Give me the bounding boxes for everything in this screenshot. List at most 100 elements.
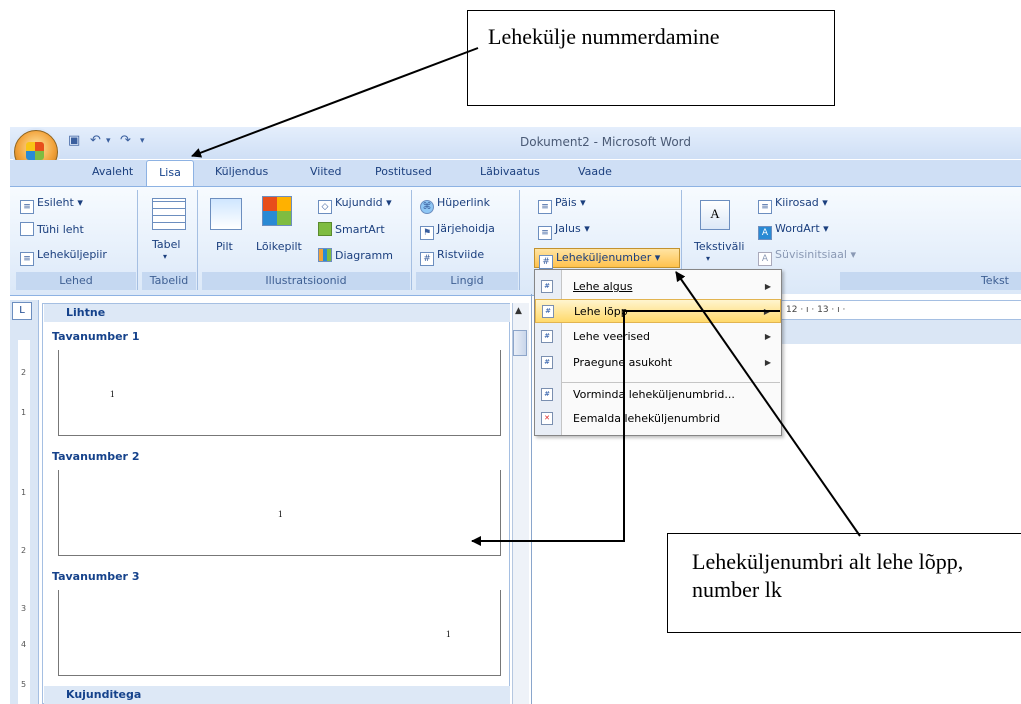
picture-button[interactable]: Pilt (216, 240, 233, 253)
tab-postitused[interactable]: Postitused (375, 165, 432, 178)
callout-bottom-of-page: Leheküljenumbri alt lehe lõpp, number lk (667, 533, 1021, 633)
shapes-button[interactable]: ◇ Kujundid ▾ (318, 196, 392, 214)
top-of-page-icon: # (541, 280, 553, 293)
bookmark-button[interactable]: ⚑ Järjehoidja (420, 222, 495, 240)
ruler-number: 2 (21, 546, 27, 555)
page-number-preview: 1 (446, 629, 451, 639)
chevron-down-icon: ▾ (163, 252, 168, 261)
quick-parts-button[interactable]: ≡ Kiirosad ▾ (758, 196, 828, 214)
page-number-button[interactable]: # Leheküljenumber ▾ (534, 248, 680, 269)
submenu-arrow-icon: ▶ (764, 358, 771, 367)
current-position-icon: # (541, 356, 553, 369)
quick-access-toolbar: ▣ ↶ ▾ ↷ ▾ (60, 133, 200, 155)
horizontal-ruler: 12 · ı · 13 · ı · (782, 300, 1021, 320)
chart-button[interactable]: Diagramm (318, 248, 393, 262)
gallery-item-thumbnail-3[interactable] (58, 590, 501, 676)
group-label-lehed: Lehed (16, 272, 136, 290)
wordart-button[interactable]: A WordArt ▾ (758, 222, 829, 240)
submenu-arrow-icon: ▶ (764, 332, 771, 341)
menu-item-bottom-of-page[interactable]: # Lehe lõpp ▶ (535, 299, 781, 323)
scroll-up-icon[interactable]: ▲ (515, 306, 522, 316)
tab-kuljendus[interactable]: Küljendus (215, 165, 268, 178)
submenu-arrow-icon: ▶ (763, 307, 770, 316)
chevron-down-icon: ▾ (706, 254, 711, 263)
gallery-section-header: Kujunditega (44, 686, 510, 704)
format-page-numbers-icon: # (541, 388, 553, 401)
page-break-icon: ≡ (20, 252, 34, 266)
customize-qat-icon[interactable]: ▾ (140, 136, 145, 146)
callout-page-numbering: Lehekülje nummerdamine (467, 10, 835, 106)
gallery-item-title: Tavanumber 1 (52, 330, 140, 343)
hyperlink-button[interactable]: ⌘ Hüperlink (420, 196, 490, 214)
table-icon (152, 198, 186, 230)
tab-vaade[interactable]: Vaade (578, 165, 612, 178)
redo-icon[interactable]: ↷ (120, 133, 131, 148)
menu-item-top-of-page[interactable]: # Lehe algus ▶ (535, 275, 781, 299)
scroll-thumb[interactable] (513, 330, 527, 356)
page-break-button[interactable]: ≡ Leheküljepiir (20, 248, 107, 266)
page-number-preview: 1 (110, 389, 115, 399)
menu-item-format-page-numbers[interactable]: # Vorminda leheküljenumbrid... (535, 383, 781, 407)
ruler-number: 2 (21, 368, 27, 377)
document-margin (782, 320, 1021, 344)
header-icon: ≡ (538, 200, 552, 214)
bar-chart-icon (318, 248, 332, 262)
page-margins-icon: # (541, 330, 553, 343)
window-title: Dokument2 - Microsoft Word (520, 135, 692, 149)
page-number-icon: # (539, 255, 553, 269)
gallery-scrollbar[interactable] (512, 303, 529, 704)
group-label-lingid: Lingid (416, 272, 518, 290)
tab-labivaatus[interactable]: Läbivaatus (480, 165, 540, 178)
cross-reference-icon: # (420, 252, 434, 266)
divider (531, 294, 532, 704)
clipart-button[interactable]: Lõikepilt (256, 240, 302, 253)
group-label-tekst: Tekst (840, 272, 1021, 290)
smartart-icon (318, 222, 332, 236)
remove-page-numbers-icon: ✕ (541, 412, 553, 425)
tab-viited[interactable]: Viited (310, 165, 341, 178)
textbox-icon: A (700, 200, 730, 230)
picture-icon (210, 198, 242, 230)
drop-cap-button[interactable]: A Süvisinitsiaal ▾ (758, 248, 856, 266)
undo-icon[interactable]: ↶ (90, 133, 101, 148)
chevron-down-icon[interactable]: ▾ (106, 136, 111, 146)
footer-icon: ≡ (538, 226, 552, 240)
menu-item-current-position[interactable]: # Praegune asukoht ▶ (535, 351, 781, 375)
gallery-item-title: Tavanumber 2 (52, 450, 140, 463)
cover-page-button[interactable]: ≡ Esileht ▾ (20, 196, 83, 214)
footer-button[interactable]: ≡ Jalus ▾ (538, 222, 590, 240)
gallery-section-header: Lihtne (44, 304, 510, 322)
textbox-button[interactable]: Tekstiväli (694, 240, 744, 253)
table-button[interactable]: Tabel (152, 238, 180, 251)
submenu-arrow-icon: ▶ (764, 282, 771, 291)
quick-parts-icon: ≡ (758, 200, 772, 214)
office-logo-icon (26, 142, 44, 160)
group-label-tabelid: Tabelid (142, 272, 196, 290)
wordart-icon: A (758, 226, 772, 240)
ruler-number: 4 (21, 640, 27, 649)
ruler-number: 1 (21, 408, 27, 417)
gallery-item-title: Tavanumber 3 (52, 570, 140, 583)
ruler-number: 3 (21, 604, 27, 613)
globe-icon: ⌘ (420, 200, 434, 214)
menu-item-page-margins[interactable]: # Lehe veerised ▶ (535, 325, 781, 349)
header-button[interactable]: ≡ Päis ▾ (538, 196, 586, 214)
cover-page-icon: ≡ (20, 200, 34, 214)
drop-cap-icon: A (758, 252, 772, 266)
bookmark-icon: ⚑ (420, 226, 434, 240)
tab-avaleht[interactable]: Avaleht (92, 165, 133, 178)
page-number-preview: 1 (278, 509, 283, 519)
bottom-of-page-icon: # (542, 305, 554, 318)
ruler-strip (18, 340, 30, 704)
save-icon[interactable]: ▣ (68, 133, 80, 148)
blank-page-button[interactable]: Tühi leht (20, 222, 84, 236)
blank-page-icon (20, 222, 34, 236)
ruler-number: 5 (21, 680, 27, 689)
tab-selector-button[interactable]: L (12, 302, 32, 320)
smartart-button[interactable]: SmartArt (318, 222, 385, 236)
ruler-number: 1 (21, 488, 27, 497)
cross-reference-button[interactable]: # Ristviide (420, 248, 484, 266)
tab-lisa[interactable]: Lisa (146, 160, 194, 188)
gallery-item-thumbnail-1[interactable] (58, 350, 501, 436)
menu-item-remove-page-numbers[interactable]: ✕ Eemalda leheküljenumbrid (535, 407, 781, 431)
